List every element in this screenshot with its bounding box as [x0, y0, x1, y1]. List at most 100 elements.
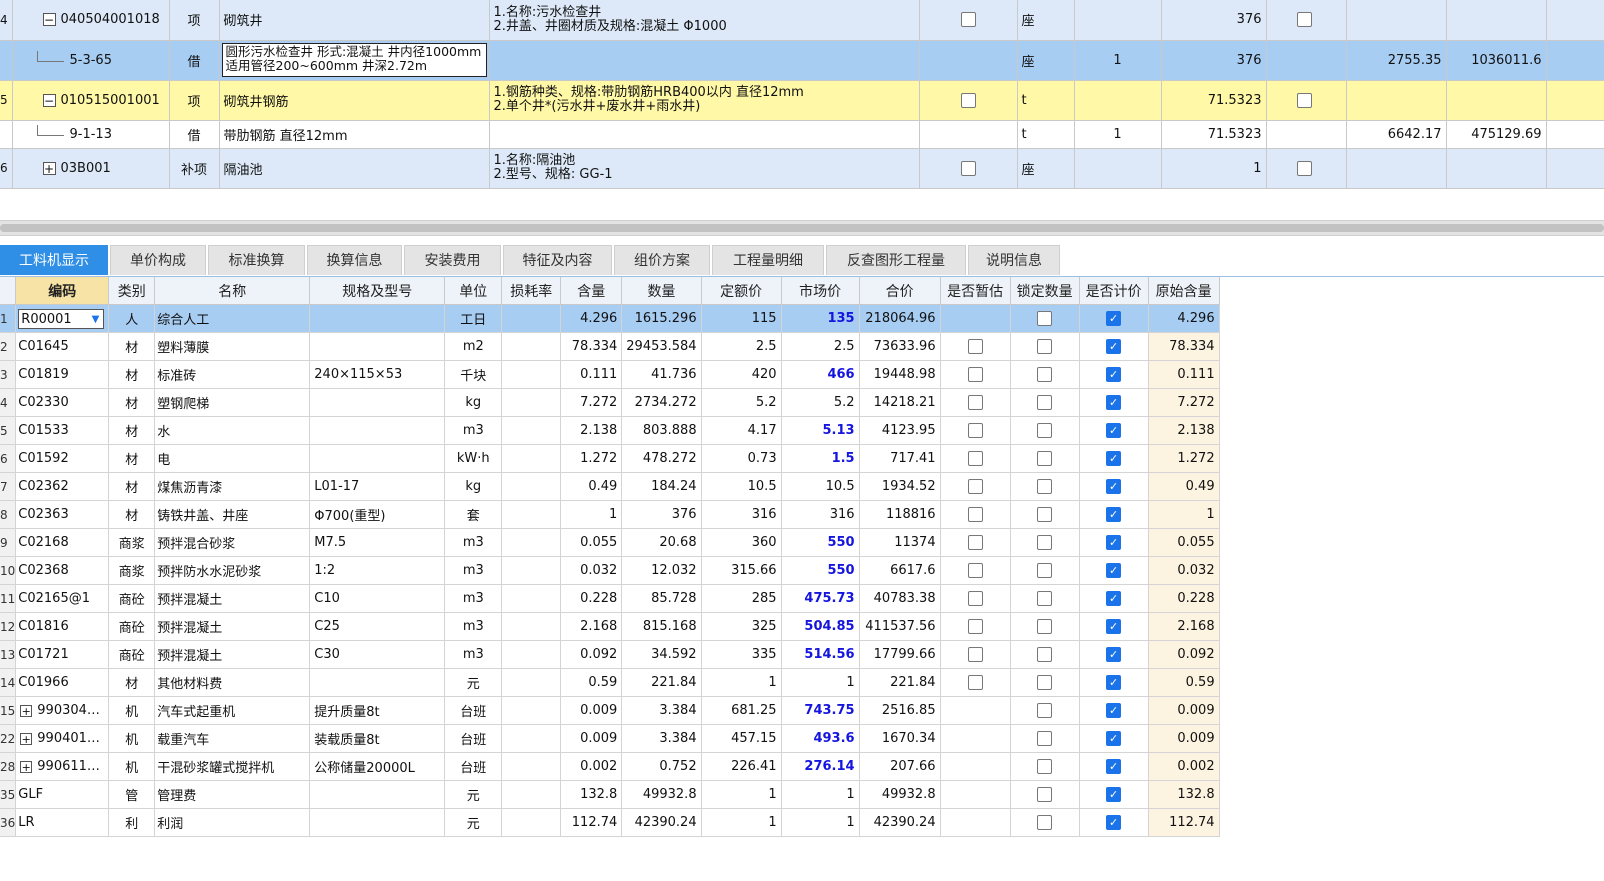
content[interactable]: 0.111	[560, 360, 623, 389]
lock-qty-checkbox[interactable]	[1037, 311, 1053, 326]
quantity[interactable]: 85.728	[621, 584, 702, 613]
priced-cell[interactable]: ✓	[1079, 780, 1149, 809]
resource-spec[interactable]: C25	[309, 612, 446, 641]
market-price[interactable]: 276.14	[781, 752, 860, 781]
resource-code[interactable]: C02368	[15, 556, 110, 585]
resource-code[interactable]: C02168	[15, 528, 110, 557]
priced-checkbox[interactable]: ✓	[1106, 395, 1122, 410]
content[interactable]: 0.59	[560, 668, 623, 697]
quantity[interactable]: 2734.272	[621, 388, 702, 417]
priced-checkbox[interactable]: ✓	[1106, 703, 1122, 718]
tab-3[interactable]: 标准换算	[208, 245, 305, 275]
loss-rate[interactable]	[501, 332, 562, 361]
priced-cell[interactable]: ✓	[1079, 360, 1149, 389]
provisional-checkbox[interactable]	[960, 160, 976, 176]
content[interactable]: 0.032	[560, 556, 623, 585]
priced-checkbox[interactable]: ✓	[1106, 759, 1122, 774]
priced-checkbox[interactable]: ✓	[1106, 563, 1122, 578]
resource-spec[interactable]: 240×115×53	[309, 360, 446, 389]
lock-qty-checkbox[interactable]	[1037, 647, 1053, 662]
bill-row[interactable]: 6 +03B001 补项 隔油池 1.名称:隔油池 2.型号、规格: GG-1 座 1	[0, 148, 1604, 189]
resource-code[interactable]: R00001 ▼	[15, 304, 110, 333]
resource-row[interactable]: 2 C01645 材塑料薄膜 m2 78.334 29453.584 2.5 2.5 73633…	[0, 332, 1220, 361]
market-price[interactable]: 550	[781, 556, 860, 585]
item-quantity[interactable]: 376	[1161, 40, 1267, 81]
lock-qty-cell[interactable]	[1010, 472, 1080, 501]
provisional-cell[interactable]	[940, 612, 1011, 641]
resource-code[interactable]: C01966	[15, 668, 110, 697]
priced-checkbox[interactable]: ✓	[1106, 591, 1122, 606]
resource-name[interactable]: 汽车式起重机	[154, 696, 311, 725]
resource-row[interactable]: 5 C01533 材水 m3 2.138 803.888 4.17 5.13 4123.95 ✓ 2…	[0, 416, 1220, 445]
content[interactable]: 7.272	[560, 388, 623, 417]
lock-qty-checkbox[interactable]	[1037, 395, 1053, 410]
bill-row[interactable]: 4−040504001018 项砌筑井 1.名称:污水检查井 2.井盖、井圈材质及规格…	[0, 0, 1604, 41]
lock-qty-checkbox[interactable]	[1037, 591, 1053, 606]
expand-icon[interactable]: +	[20, 732, 33, 745]
loss-rate[interactable]	[501, 668, 562, 697]
horizontal-scrollbar[interactable]	[0, 220, 1604, 236]
provisional-cell[interactable]	[940, 500, 1011, 529]
quantity[interactable]: 49932.8	[621, 780, 702, 809]
priced-cell[interactable]: ✓	[1079, 556, 1149, 585]
resource-row[interactable]: 28 +990611… 机干混砂浆罐式搅拌机 公称储量20000L 台班 0.002 0.7…	[0, 752, 1220, 781]
column-header[interactable]: 类别	[108, 277, 156, 305]
provisional-estimate-cell[interactable]	[919, 0, 1018, 41]
resource-spec[interactable]: 提升质量8t	[309, 696, 446, 725]
provisional-cell[interactable]	[940, 752, 1011, 781]
item-name[interactable]: 圆形污水检查井 形式:混凝土 井内径1000mm 适用管径200~600mm 井…	[219, 40, 490, 81]
priced-checkbox[interactable]: ✓	[1106, 339, 1122, 354]
market-price[interactable]: 2.5	[781, 332, 860, 361]
item-code[interactable]: −040504001018	[12, 0, 170, 41]
resource-row[interactable]: 35 GLF 管管理费元 132.8 49932.8 1 1 49932.8 ✓ 132.8	[0, 780, 1220, 809]
lock-qty-checkbox[interactable]	[1037, 339, 1053, 354]
lock-qty-checkbox[interactable]	[1037, 535, 1053, 550]
lock-qty-checkbox[interactable]	[1037, 675, 1053, 690]
content[interactable]: 0.055	[560, 528, 623, 557]
resource-row[interactable]: 4 C02330 材塑钢爬梯 kg 7.272 2734.272 5.2 5.2 14218.2…	[0, 388, 1220, 417]
expand-icon[interactable]: +	[20, 704, 33, 717]
lock-qty-cell[interactable]	[1010, 304, 1080, 333]
resource-name[interactable]: 煤焦沥青漆	[154, 472, 311, 501]
quantity[interactable]: 0.752	[621, 752, 702, 781]
resource-unit[interactable]: m3	[444, 416, 503, 445]
loss-rate[interactable]	[501, 640, 562, 669]
item-features[interactable]: 1.名称:隔油池 2.型号、规格: GG-1	[489, 148, 920, 189]
priced-cell[interactable]: ✓	[1079, 696, 1149, 725]
resource-name[interactable]: 预拌混凝土	[154, 612, 311, 641]
provisional-checkbox[interactable]	[960, 92, 976, 108]
lock-qty-checkbox[interactable]	[1037, 815, 1053, 830]
priced-cell[interactable]: ✓	[1079, 640, 1149, 669]
content[interactable]: 0.009	[560, 724, 623, 753]
resource-code[interactable]: C02362	[15, 472, 110, 501]
item-coefficient[interactable]: 1	[1074, 120, 1162, 149]
lock-qty-checkbox[interactable]	[1037, 759, 1053, 774]
loss-rate[interactable]	[501, 780, 562, 809]
resource-name[interactable]: 铸铁井盖、井座	[154, 500, 311, 529]
resource-unit[interactable]: 套	[444, 500, 503, 529]
provisional-checkbox[interactable]	[967, 675, 983, 690]
lock-checkbox[interactable]	[1296, 92, 1312, 108]
quantity[interactable]: 1615.296	[621, 304, 702, 333]
priced-checkbox[interactable]: ✓	[1106, 815, 1122, 830]
lock-qty-checkbox[interactable]	[1037, 563, 1053, 578]
resource-row[interactable]: 14 C01966 材其他材料费元 0.59 221.84 1 1 221.84 ✓ 0.59	[0, 668, 1220, 697]
tab-8[interactable]: 工程量明细	[712, 245, 824, 275]
priced-checkbox[interactable]: ✓	[1106, 647, 1122, 662]
provisional-estimate-cell[interactable]	[919, 40, 1018, 81]
resource-spec[interactable]: 公称储量20000L	[309, 752, 446, 781]
lock-cell[interactable]	[1266, 120, 1347, 149]
priced-cell[interactable]: ✓	[1079, 528, 1149, 557]
provisional-checkbox[interactable]	[967, 619, 983, 634]
provisional-cell[interactable]	[940, 584, 1011, 613]
column-header[interactable]: 定额价	[701, 277, 782, 305]
column-header[interactable]: 规格及型号	[309, 277, 446, 305]
content[interactable]: 78.334	[560, 332, 623, 361]
content[interactable]: 0.002	[560, 752, 623, 781]
resource-row[interactable]: 36 LR 利利润元 112.74 42390.24 1 1 42390.24 ✓ 112.74	[0, 808, 1220, 837]
loss-rate[interactable]	[501, 528, 562, 557]
column-header[interactable]: 数量	[621, 277, 702, 305]
resource-unit[interactable]: 台班	[444, 696, 503, 725]
resource-row[interactable]: 13 C01721 商砼 预拌混凝土 C30 m3 0.092 34.592 335 514.56…	[0, 640, 1220, 669]
priced-checkbox[interactable]: ✓	[1106, 311, 1122, 326]
